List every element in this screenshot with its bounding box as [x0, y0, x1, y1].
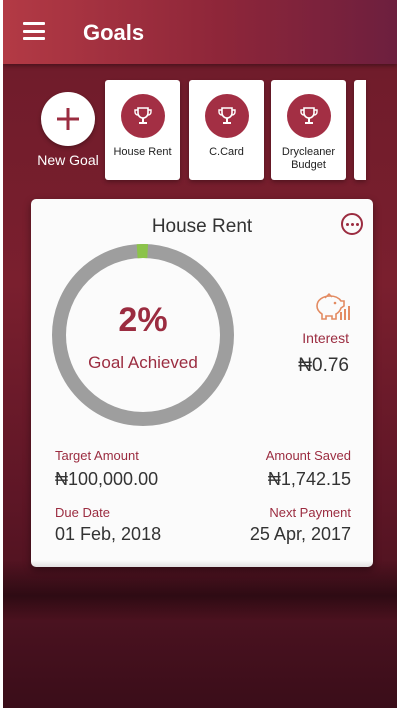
trophy-icon — [204, 94, 249, 138]
goal-card-partial[interactable] — [354, 80, 366, 180]
piggy-bank-icon — [316, 293, 350, 320]
goal-detail-card: House Rent 2% Goal Achieved Interest ₦0.… — [31, 199, 373, 567]
trophy-icon — [286, 94, 331, 138]
next-payment-label: Next Payment — [269, 505, 351, 520]
interest-label: Interest — [302, 330, 349, 346]
goal-achieved-label: Goal Achieved — [88, 353, 198, 372]
goal-card-ccard[interactable]: C.Card — [189, 80, 264, 180]
progress-percent: 2% — [118, 301, 168, 339]
app-bar: Goals — [3, 0, 397, 64]
menu-icon[interactable] — [23, 22, 45, 40]
due-date-value: 01 Feb, 2018 — [55, 524, 162, 544]
amount-saved-label: Amount Saved — [265, 448, 351, 463]
goal-card-label: Drycleaner Budget — [281, 146, 336, 171]
trophy-icon — [120, 94, 165, 138]
goal-card-label: House Rent — [113, 146, 172, 158]
goal-card-drycleaner-budget[interactable]: Drycleaner Budget — [271, 80, 346, 180]
page-title: Goals — [83, 20, 145, 45]
target-amount-value: ₦100,000.00 — [55, 469, 159, 489]
goal-card-house-rent[interactable]: House Rent — [105, 80, 180, 180]
goal-detail-title: House Rent — [151, 216, 253, 237]
plus-icon[interactable] — [41, 92, 95, 146]
phone-frame: Goals New Goal House Rent C.Card Dryclea… — [0, 0, 400, 708]
bottom-area — [3, 620, 397, 708]
due-date-label: Due Date — [55, 505, 110, 520]
goal-card-label: C.Card — [209, 146, 244, 158]
app-screen: Goals New Goal House Rent C.Card Dryclea… — [3, 0, 397, 708]
next-payment-value: 25 Apr, 2017 — [249, 524, 351, 544]
new-goal-button[interactable]: New Goal — [31, 92, 105, 168]
new-goal-label: New Goal — [37, 152, 99, 168]
amount-saved-value: ₦1,742.15 — [267, 469, 351, 489]
interest-value: ₦0.76 — [298, 355, 349, 376]
more-options-icon[interactable] — [341, 213, 363, 235]
target-amount-label: Target Amount — [55, 448, 139, 463]
